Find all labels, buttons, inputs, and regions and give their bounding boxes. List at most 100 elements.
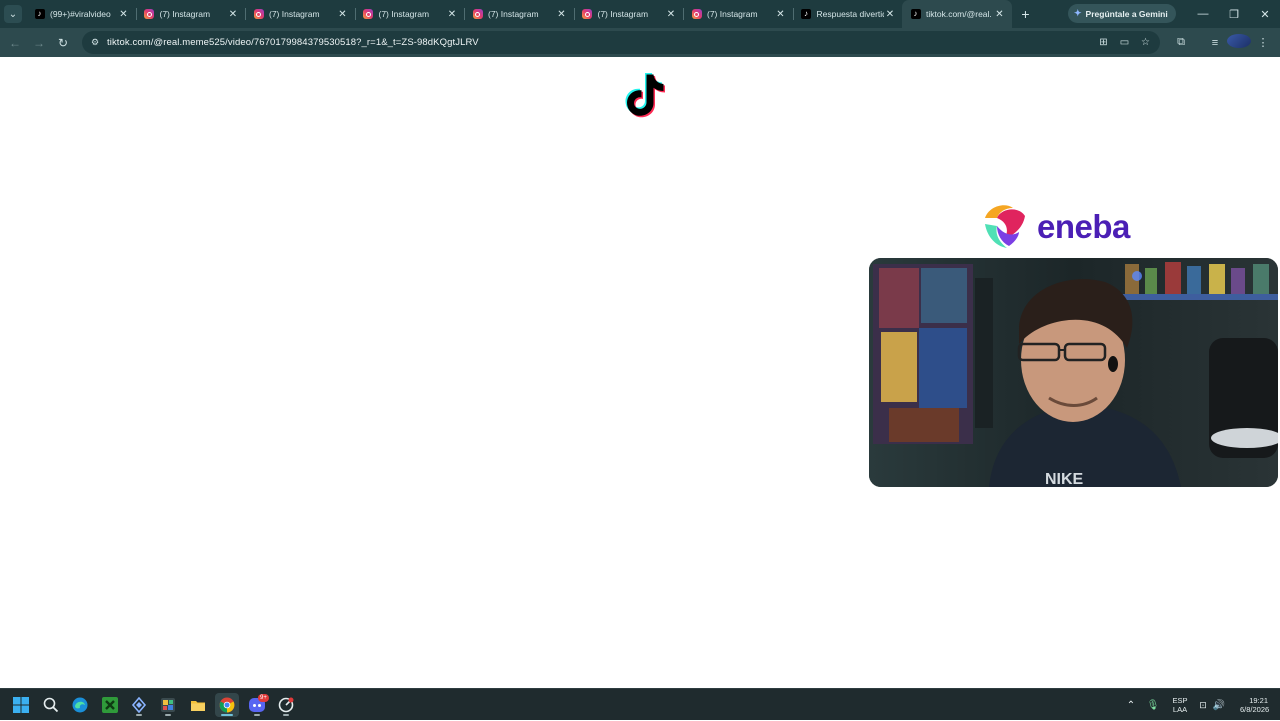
browser-tab-strip: ⌄ ♪ (99+)#viralvideo ✕ (7) Instagram ✕ (… <box>0 0 1280 28</box>
microphone-icon[interactable]: 🎙 <box>1146 700 1160 711</box>
close-icon[interactable]: ✕ <box>775 9 787 20</box>
webcam-scene-image: NIKE <box>869 258 1278 487</box>
restore-icon: ❐ <box>1229 8 1239 21</box>
tiktok-logo <box>625 73 665 118</box>
system-tray: ⌃ 🎙 ESP LAA ⊡ 🔊 19:21 6/8/2026 <box>1124 689 1269 721</box>
tab-title: (7) Instagram <box>378 9 430 19</box>
chevron-down-icon: ⌄ <box>8 8 18 20</box>
tiktok-favicon-icon: ♪ <box>34 9 45 20</box>
taskbar-discord[interactable]: 9+ <box>245 693 269 717</box>
tab-title: tiktok.com/@real. <box>926 9 992 19</box>
tab-title: (99+)#viralvideo <box>50 9 111 19</box>
browser-tab[interactable]: (7) Instagram ✕ <box>683 0 793 28</box>
new-tab-button[interactable]: + <box>1016 6 1036 22</box>
arrow-left-icon: ← <box>9 35 21 50</box>
taskbar-chrome[interactable] <box>215 693 239 717</box>
tiktok-favicon-icon: ♪ <box>910 9 921 20</box>
running-indicator <box>165 714 171 716</box>
chevron-up-icon[interactable]: ⌃ <box>1124 700 1138 711</box>
windows-start-button[interactable] <box>9 693 33 717</box>
tab-title: (7) Instagram <box>269 9 320 19</box>
webcam-feed: NIKE <box>869 258 1278 487</box>
taskbar-edge[interactable] <box>68 693 92 717</box>
tab-title: (7) Instagram <box>707 9 758 19</box>
reload-button[interactable]: ↻ <box>51 31 75 55</box>
browser-tab[interactable]: (7) Instagram ✕ <box>354 0 465 28</box>
close-icon[interactable]: ✕ <box>665 9 677 20</box>
app-icon <box>161 698 175 712</box>
tab-media-icon[interactable]: ≡ <box>1203 37 1227 49</box>
forward-button[interactable]: → <box>27 31 51 55</box>
close-icon[interactable]: ✕ <box>884 9 896 20</box>
svg-text:NIKE: NIKE <box>1045 471 1084 487</box>
address-bar[interactable]: ⚙ tiktok.com/@real.meme525/video/7670179… <box>82 31 1160 54</box>
search-icon <box>43 697 59 713</box>
browser-tab[interactable]: (7) Instagram ✕ <box>464 0 574 28</box>
language-indicator[interactable]: ESP LAA <box>1170 696 1190 714</box>
instagram-favicon-icon <box>472 9 483 20</box>
browser-tab[interactable]: (7) Instagram ✕ <box>135 0 246 28</box>
browser-tab[interactable]: ♪ (99+)#viralvideo ✕ <box>26 0 136 28</box>
page-content: eneba NIKE <box>0 57 1280 688</box>
tab-title: (7) Instagram <box>488 9 539 19</box>
tab-search-button[interactable]: ⌄ <box>4 5 22 23</box>
arrow-right-icon: → <box>33 35 45 50</box>
chrome-icon <box>219 697 235 713</box>
browser-tab[interactable]: ♪ Respuesta divertid ✕ <box>792 0 903 28</box>
taskbar-search-button[interactable] <box>39 693 63 717</box>
close-window-button[interactable]: ✕ <box>1249 0 1280 28</box>
gemini-sparkle-icon: ✦ <box>1074 8 1082 18</box>
windows-start-icon <box>13 697 29 713</box>
language-code: ESP <box>1172 696 1188 705</box>
taskbar-xbox[interactable] <box>98 693 122 717</box>
instagram-favicon-icon <box>144 9 155 20</box>
taskbar-app[interactable] <box>274 693 298 717</box>
taskbar-file-explorer[interactable] <box>186 693 210 717</box>
windows-taskbar: 9+ ⌃ 🎙 ESP LAA ⊡ 🔊 19:21 6/8/2026 <box>0 688 1280 720</box>
gemini-button[interactable]: ✦ Pregúntale a Gemini <box>1068 4 1176 23</box>
bookmark-star-icon[interactable]: ☆ <box>1135 37 1156 48</box>
back-button[interactable]: ← <box>3 31 27 55</box>
edge-icon <box>72 697 88 713</box>
running-indicator <box>254 714 260 716</box>
instagram-favicon-icon <box>253 9 264 20</box>
browser-toolbar: ← → ↻ ⚙ tiktok.com/@real.meme525/video/7… <box>0 28 1280 57</box>
eneba-wordmark: eneba <box>1037 208 1130 245</box>
instagram-favicon-icon <box>691 9 702 20</box>
file-explorer-icon <box>191 701 205 711</box>
toolbar-right-actions: ⧉ ≡ ⋮ <box>1169 28 1275 57</box>
extensions-icon[interactable]: ⧉ <box>1169 36 1193 49</box>
minimize-icon: — <box>1197 8 1209 20</box>
profile-avatar[interactable] <box>1227 34 1251 51</box>
app-icon <box>278 697 294 713</box>
running-indicator <box>283 714 289 716</box>
restore-button[interactable]: ❐ <box>1218 0 1250 28</box>
translate-icon[interactable]: ⊞ <box>1093 37 1114 48</box>
close-icon[interactable]: ✕ <box>337 9 349 20</box>
clock-time: 19:21 <box>1249 696 1268 705</box>
taskbar-app[interactable] <box>156 693 180 717</box>
taskbar-app[interactable] <box>127 693 151 717</box>
close-icon[interactable]: ✕ <box>118 9 130 20</box>
menu-kebab-icon[interactable]: ⋮ <box>1251 36 1275 49</box>
clock[interactable]: 19:21 6/8/2026 <box>1240 696 1269 714</box>
close-icon[interactable]: ✕ <box>556 9 568 20</box>
browser-tab-active[interactable]: ♪ tiktok.com/@real. ✕ <box>902 0 1012 28</box>
close-icon[interactable]: ✕ <box>446 9 458 20</box>
browser-tab[interactable]: (7) Instagram ✕ <box>573 0 684 28</box>
tab-list: ♪ (99+)#viralvideo ✕ (7) Instagram ✕ (7)… <box>26 0 1036 28</box>
browser-tab[interactable]: (7) Instagram ✕ <box>245 0 355 28</box>
active-indicator <box>221 714 233 716</box>
close-icon[interactable]: ✕ <box>227 9 239 20</box>
instagram-favicon-icon <box>363 9 374 20</box>
minimize-button[interactable]: — <box>1187 0 1219 28</box>
network-icon[interactable]: ⊡ <box>1196 700 1210 711</box>
cast-icon[interactable]: ▭ <box>1114 37 1135 48</box>
close-icon[interactable]: ✕ <box>994 9 1006 20</box>
volume-icon[interactable]: 🔊 <box>1212 700 1226 711</box>
url-text[interactable]: tiktok.com/@real.meme525/video/767017998… <box>107 37 479 48</box>
site-info-icon[interactable]: ⚙ <box>88 36 102 50</box>
instagram-favicon-icon <box>582 9 593 20</box>
tab-title: Respuesta divertid <box>816 9 885 19</box>
eneba-sponsor-logo: eneba <box>979 202 1130 252</box>
